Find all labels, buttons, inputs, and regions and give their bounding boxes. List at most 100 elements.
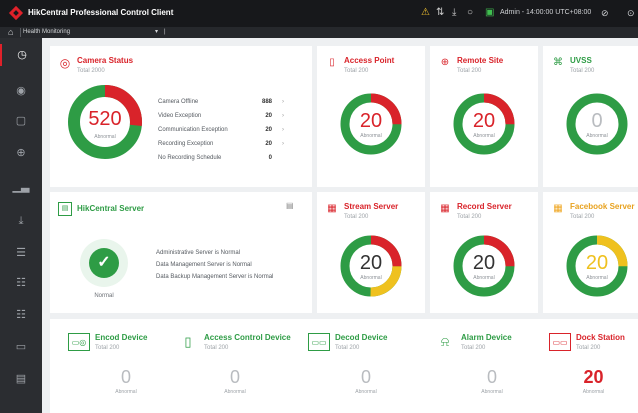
server-icon: ▤ (58, 202, 72, 216)
device-value: 0 (120, 367, 131, 387)
card-title: UVSS (570, 56, 592, 65)
stat-row[interactable]: Recording Exception 20 › (158, 137, 284, 151)
stat-value: 20 (265, 127, 272, 133)
stat-label: Recording Exception (158, 141, 214, 147)
card-value: 20 (359, 110, 383, 132)
access-point-ring[interactable]: 20 Abnormal (339, 92, 403, 156)
home-icon[interactable]: ⌂ (8, 27, 13, 38)
sidebar-item-chart[interactable]: ▁▃ (0, 176, 42, 198)
stat-label: Communication Exception (158, 127, 228, 133)
sidebar-item-list[interactable]: ☰ (0, 242, 42, 264)
server-line: Data Management Server is Normal (156, 262, 252, 268)
sidebar-item-files[interactable]: ☷ (0, 304, 42, 326)
sidebar-item-log[interactable]: ▢ (0, 110, 42, 132)
list-icon: ☰ (16, 247, 26, 259)
card-title: Access Point (344, 56, 395, 65)
card-icon: ▭ (15, 341, 27, 353)
device-subtitle: Total 200 (95, 345, 120, 351)
stat-row[interactable]: No Recording Schedule 0 (158, 151, 284, 165)
stream-server-ring[interactable]: 20 Abnormal (339, 234, 403, 298)
tab-dropdown-icon[interactable]: ▾ (155, 27, 158, 38)
stat-label: Camera Offline (158, 99, 199, 105)
globe-icon: ⊕ (440, 57, 450, 68)
device-title: Alarm Device (461, 333, 512, 342)
device-value: 0 (360, 367, 371, 387)
chevron-right-icon: › (282, 127, 284, 133)
tab-health-monitoring[interactable]: Health Monitoring (23, 27, 70, 38)
stat-row[interactable]: Video Exception 20 › (158, 109, 284, 123)
card-label: Abnormal (586, 275, 608, 281)
server-status-label: Normal (94, 293, 114, 299)
user-info[interactable]: Admin - 14:00:00 UTC+08:00 (500, 9, 591, 16)
card-label: Abnormal (586, 133, 608, 139)
monitor-icon: ◉ (16, 85, 26, 97)
warning-icon[interactable]: ⚠ (421, 7, 430, 19)
camera-stats-list: Camera Offline 888 › Video Exception 20 › Co… (158, 95, 284, 165)
sidebar-item-monitor[interactable]: ◉ (0, 80, 42, 102)
settings-icon[interactable]: ⊙ (627, 8, 635, 19)
device-value: 0 (229, 367, 240, 387)
facebook-server-card[interactable]: ▦ Facebook Server Total 200 20 Abnormal (543, 192, 638, 313)
remote-site-card[interactable]: ⊕ Remote Site Total 200 20 Abnormal (430, 46, 538, 187)
document-icon: ▢ (15, 115, 27, 127)
device-subtitle: Total 200 (461, 345, 486, 351)
facebook-server-ring[interactable]: 20 Abnormal (565, 234, 629, 298)
sidebar-item-health[interactable]: ◷ (0, 44, 42, 66)
uvss-ring[interactable]: 0 Abnormal (565, 92, 629, 156)
device-title: Access Control Device (204, 333, 291, 342)
files-icon: ☷ (16, 309, 26, 321)
card-subtitle: Total 200 (344, 214, 369, 220)
sidebar: ◷ ◉ ▢ ⊕ ▁▃ ⤓ ☰ ☷ ☷ ▭ ▤ (0, 38, 42, 413)
download-icon[interactable]: ⤓ (452, 7, 456, 19)
card-value: 20 (472, 252, 496, 274)
card-value: 20 (585, 252, 609, 274)
device-label: Abnormal (481, 389, 503, 395)
dock-station-icon: ▭▭ (549, 333, 571, 351)
server-detail-icon[interactable]: ▤ (286, 201, 294, 210)
shield-icon: ⊕ (16, 147, 26, 159)
status-icon[interactable]: ▣ (485, 7, 494, 19)
camera-icon: ◎ (59, 56, 71, 70)
access-control-device-item[interactable]: ▯ Access Control Device Total 200 0 Abnorm… (177, 333, 293, 403)
card-value: 20 (472, 110, 496, 132)
sidebar-item-report[interactable]: ☷ (0, 272, 42, 294)
chevron-right-icon: › (282, 113, 284, 119)
camera-status-ring[interactable]: 520 Abnormal (67, 84, 143, 160)
camera-abnormal-label: Abnormal (94, 134, 116, 140)
device-title: Encod Device (95, 333, 148, 342)
device-title: Dock Station (576, 333, 625, 342)
sidebar-item-device[interactable]: ▤ (0, 368, 42, 390)
stream-server-icon: ▦ (327, 203, 337, 214)
sidebar-item-card[interactable]: ▭ (0, 336, 42, 358)
device-label: Abnormal (582, 389, 605, 395)
stat-label: Video Exception (158, 113, 202, 119)
stat-label: No Recording Schedule (158, 155, 222, 161)
dock-station-item[interactable]: ▭▭ Dock Station Total 200 20 Abnormal (549, 333, 638, 403)
card-value: 0 (591, 110, 603, 132)
stat-row[interactable]: Communication Exception 20 › (158, 123, 284, 137)
encod-device-item[interactable]: ▭◎ Encod Device Total 200 0 Abnormal (68, 333, 184, 403)
stat-row[interactable]: Camera Offline 888 › (158, 95, 284, 109)
account-icon[interactable]: ⊘ (601, 8, 609, 19)
uvss-card[interactable]: ⌘ UVSS Total 200 0 Abnormal (543, 46, 638, 187)
record-server-ring[interactable]: 20 Abnormal (452, 234, 516, 298)
stream-server-card[interactable]: ▦ Stream Server Total 200 20 Abnormal (317, 192, 425, 313)
access-control-icon: ▯ (184, 334, 192, 349)
nav-divider: | (164, 29, 166, 35)
sidebar-item-download[interactable]: ⤓ (0, 210, 42, 232)
record-server-card[interactable]: ▦ Record Server Total 200 20 Abnormal (430, 192, 538, 313)
card-subtitle: Total 200 (570, 214, 595, 220)
nav-separator (20, 28, 21, 37)
card-subtitle: Total 200 (570, 68, 595, 74)
facebook-server-icon: ▦ (553, 203, 563, 214)
card-value: 20 (359, 252, 383, 274)
alarm-device-item[interactable]: ⍾ Alarm Device Total 200 0 Abnormal (434, 333, 550, 403)
network-icon[interactable]: ⇅ (436, 7, 444, 19)
decod-device-item[interactable]: ▭▭ Decod Device Total 200 0 Abnormal (308, 333, 424, 403)
access-point-card[interactable]: ▯ Access Point Total 200 20 Abnormal (317, 46, 425, 187)
device-label: Abnormal (355, 389, 377, 395)
sidebar-item-security[interactable]: ⊕ (0, 142, 42, 164)
remote-site-ring[interactable]: 20 Abnormal (452, 92, 516, 156)
sync-icon[interactable]: ○ (467, 7, 473, 19)
device-subtitle: Total 200 (335, 345, 360, 351)
